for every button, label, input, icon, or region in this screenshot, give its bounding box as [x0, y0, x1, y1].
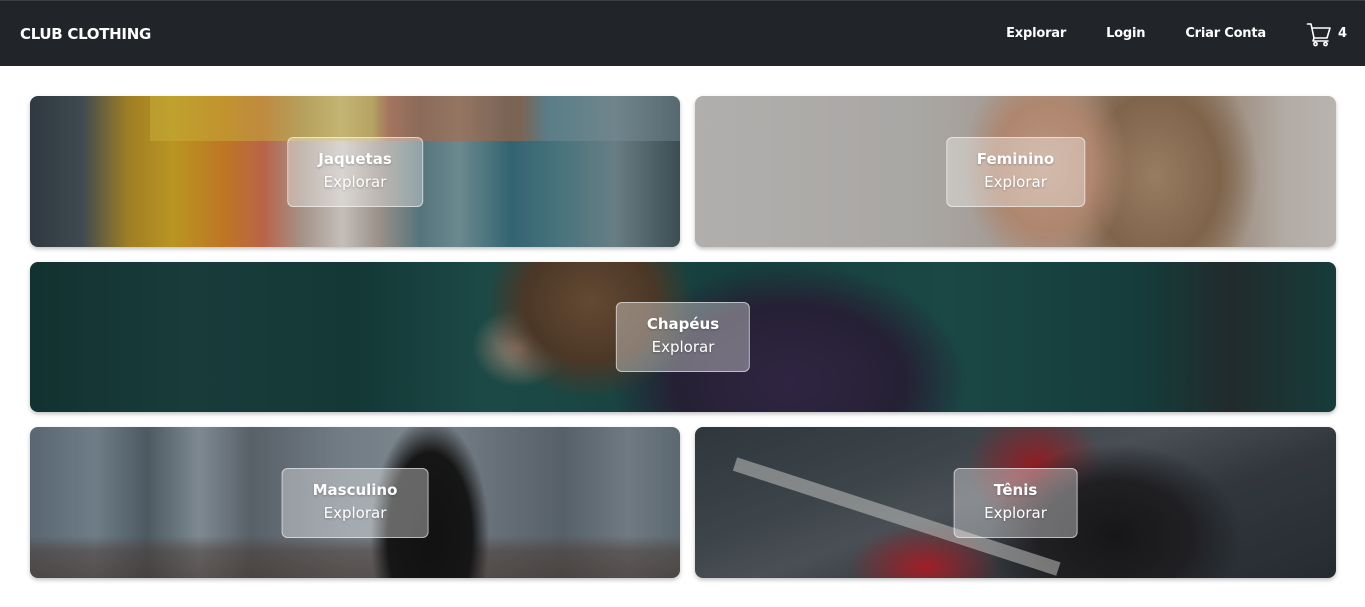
- category-label-box: Tênis Explorar: [953, 467, 1078, 538]
- category-label-box: Chapéus Explorar: [615, 302, 751, 372]
- category-explore-link[interactable]: Explorar: [647, 335, 719, 359]
- category-explore-link[interactable]: Explorar: [313, 501, 398, 525]
- nav-explorar-link[interactable]: Explorar: [1006, 26, 1066, 41]
- category-explore-link[interactable]: Explorar: [318, 170, 392, 194]
- category-card-jaquetas[interactable]: Jaquetas Explorar: [30, 96, 680, 247]
- category-title: Tênis: [993, 480, 1038, 499]
- category-label-box: Jaquetas Explorar: [287, 136, 423, 207]
- category-title: Feminino: [976, 149, 1055, 168]
- top-navbar: CLUB CLOTHING Explorar Login Criar Conta…: [0, 0, 1365, 66]
- category-card-feminino[interactable]: Feminino Explorar: [695, 96, 1336, 247]
- cart-button[interactable]: 4: [1306, 21, 1347, 47]
- category-card-chapeus[interactable]: Chapéus Explorar: [30, 262, 1336, 412]
- category-title: Jaquetas: [318, 149, 392, 168]
- category-label-box: Masculino Explorar: [281, 467, 429, 538]
- category-explore-link[interactable]: Explorar: [977, 170, 1054, 194]
- category-explore-link[interactable]: Explorar: [984, 501, 1047, 525]
- cart-count-badge: 4: [1337, 26, 1347, 41]
- nav-criar-conta-link[interactable]: Criar Conta: [1185, 26, 1266, 41]
- nav-login-link[interactable]: Login: [1106, 26, 1145, 41]
- cart-icon: [1306, 21, 1332, 47]
- category-card-tenis[interactable]: Tênis Explorar: [695, 427, 1336, 578]
- category-title: Chapéus: [646, 315, 720, 333]
- brand-logo-link[interactable]: CLUB CLOTHING: [20, 25, 151, 43]
- category-title: Masculino: [312, 480, 398, 499]
- category-card-masculino[interactable]: Masculino Explorar: [30, 427, 680, 578]
- category-label-box: Feminino Explorar: [945, 136, 1086, 207]
- main-nav: Explorar Login Criar Conta 4: [1006, 21, 1347, 47]
- category-grid: Jaquetas Explorar Feminino Explorar Chap…: [30, 96, 1336, 578]
